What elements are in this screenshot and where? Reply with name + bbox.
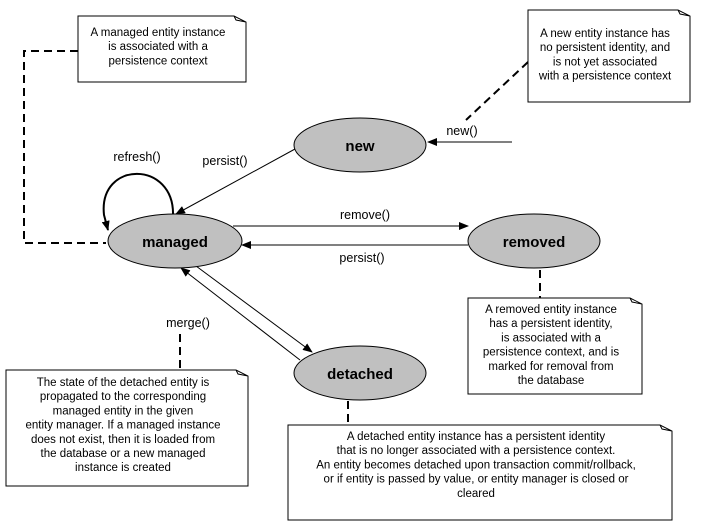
detach-arrow	[195, 265, 313, 353]
note-line: A removed entity instance	[485, 304, 617, 316]
note-connectors	[23, 50, 541, 425]
managed-note: A managed entity instance is associated w…	[77, 15, 247, 83]
note-line: managed entity in the given	[53, 405, 194, 417]
state-removed-label: removed	[503, 234, 566, 251]
note-line: persistence context	[108, 55, 208, 67]
note-line: the database or a new managed	[41, 448, 206, 460]
note-line: A detached entity instance has a persist…	[347, 431, 606, 443]
note-line: A new entity instance has	[540, 28, 670, 40]
entity-lifecycle-diagram: new() persist() refresh() remove() persi…	[5, 9, 691, 521]
merge-label: merge()	[166, 316, 210, 330]
remove-label: remove()	[340, 208, 390, 222]
note-line: instance is created	[75, 462, 171, 474]
note-line: is associated with a	[501, 332, 601, 344]
note-line: with a persistence context	[538, 71, 672, 83]
note-line: marked for removal from	[488, 361, 613, 373]
removed-note: A removed entity instance has a persisten…	[467, 297, 643, 395]
detached-note: A detached entity instance has a persist…	[287, 424, 673, 521]
note-line: or if entity is passed by value, or enti…	[324, 474, 629, 486]
state-managed-label: managed	[142, 234, 208, 251]
refresh-label: refresh()	[113, 150, 160, 164]
note-line: persistence context, and is	[483, 347, 619, 359]
note-line: that is no longer associated with a pers…	[337, 445, 616, 457]
state-detached-label: detached	[327, 366, 393, 383]
merge-arrow	[180, 267, 301, 361]
state-new-label: new	[345, 138, 375, 155]
new-note-connector	[465, 61, 529, 121]
note-line: is associated with a	[108, 41, 208, 53]
note-line: propagated to the corresponding	[40, 391, 206, 403]
merge-note: The state of the detached entity is propa…	[5, 369, 249, 487]
note-line: does not exist, then it is loaded from	[31, 434, 215, 446]
note-line: has a persistent identity,	[489, 318, 612, 330]
new-label: new()	[446, 124, 477, 138]
note-line: the database	[518, 375, 585, 387]
note-line: An entity becomes detached upon transact…	[316, 459, 636, 471]
note-line: A managed entity instance	[91, 27, 226, 39]
persist-removed-label: persist()	[339, 251, 384, 265]
note-line: cleared	[457, 488, 495, 500]
note-line: The state of the detached entity is	[37, 377, 210, 389]
note-line: is not yet associated	[553, 56, 657, 68]
new-note: A new entity instance has no persistent i…	[527, 9, 691, 103]
note-line: no persistent identity, and	[540, 42, 670, 54]
note-line: entity manager. If a managed instance	[26, 420, 221, 432]
persist-new-label: persist()	[202, 154, 247, 168]
